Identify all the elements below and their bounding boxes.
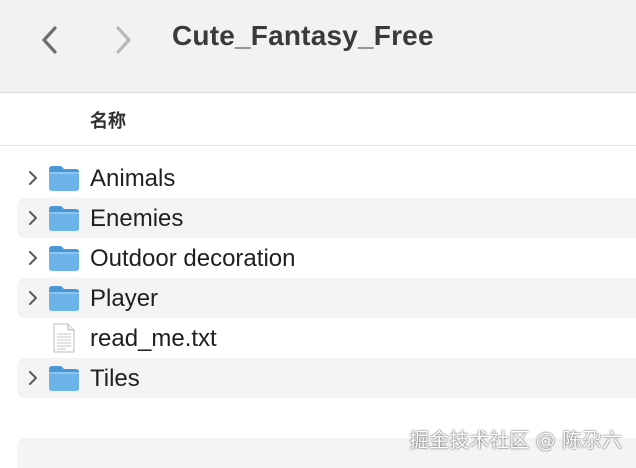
chevron-right-icon xyxy=(29,371,37,385)
item-name: Enemies xyxy=(90,205,184,232)
list-item-read-me[interactable]: read_me.txt xyxy=(17,318,636,358)
disclosure-triangle[interactable] xyxy=(26,289,40,307)
list-item-outdoor-decoration[interactable]: Outdoor decoration xyxy=(17,238,636,278)
disclosure-triangle[interactable] xyxy=(26,249,40,267)
toolbar: Cute_Fantasy_Free xyxy=(0,0,636,93)
folder-icon xyxy=(48,364,80,392)
finder-window: Cute_Fantasy_Free 名称 Animals Enemies Out… xyxy=(0,0,636,468)
folder-icon xyxy=(48,284,80,312)
disclosure-triangle[interactable] xyxy=(26,169,40,187)
file-list: Animals Enemies Outdoor decoration Playe… xyxy=(0,158,636,398)
item-name: Player xyxy=(90,285,159,312)
list-item-enemies[interactable]: Enemies xyxy=(17,198,636,238)
watermark: 掘金技术社区 @ 陈尕六 xyxy=(409,428,622,452)
chevron-left-icon xyxy=(42,26,57,54)
item-name: Tiles xyxy=(90,365,140,392)
folder-icon xyxy=(48,164,80,192)
list-item-animals[interactable]: Animals xyxy=(17,158,636,198)
item-name: Animals xyxy=(90,165,176,192)
folder-icon xyxy=(48,244,80,272)
list-item-player[interactable]: Player xyxy=(17,278,636,318)
chevron-right-icon xyxy=(29,211,37,225)
name-column-header[interactable]: 名称 xyxy=(90,107,126,133)
disclosure-triangle[interactable] xyxy=(26,209,40,227)
list-item-tiles[interactable]: Tiles xyxy=(17,358,636,398)
chevron-right-icon xyxy=(29,291,37,305)
window-title: Cute_Fantasy_Free xyxy=(172,20,434,51)
column-header-bar: 名称 xyxy=(0,93,636,146)
chevron-right-icon xyxy=(29,171,37,185)
chevron-right-icon xyxy=(29,251,37,265)
item-name: Outdoor decoration xyxy=(90,245,296,272)
chevron-right-icon xyxy=(116,26,131,54)
item-name: read_me.txt xyxy=(90,325,217,352)
folder-icon xyxy=(48,204,80,232)
text-file-icon xyxy=(52,323,76,353)
disclosure-triangle[interactable] xyxy=(26,369,40,387)
forward-button[interactable] xyxy=(105,22,141,58)
back-button[interactable] xyxy=(33,22,69,58)
